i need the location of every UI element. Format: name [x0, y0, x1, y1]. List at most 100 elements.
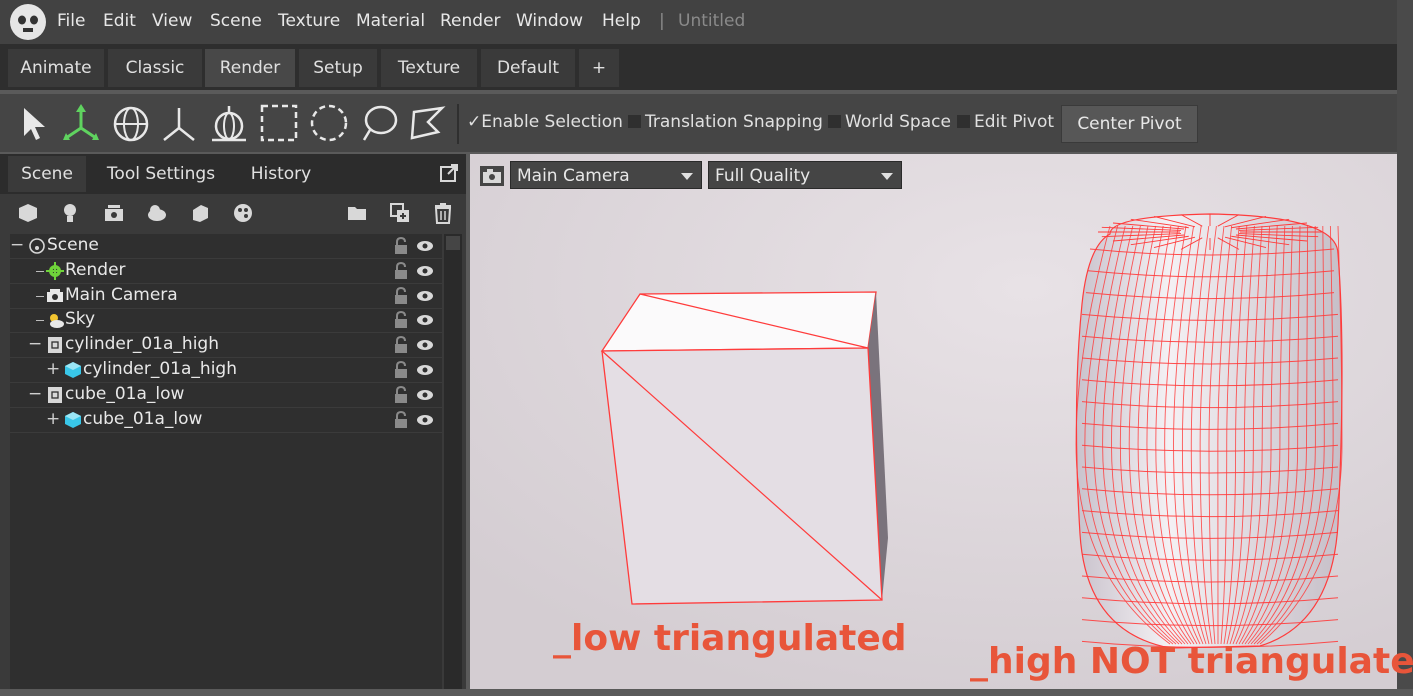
tab-render[interactable]: Render [205, 49, 295, 87]
menu-material[interactable]: Material [356, 11, 425, 31]
quality-select[interactable]: Full Quality [708, 161, 902, 189]
tree-expander[interactable]: − [28, 384, 42, 404]
scale-tool-icon[interactable] [158, 100, 200, 146]
select-tool-icon[interactable] [14, 100, 56, 146]
tree-expander[interactable]: − [10, 235, 24, 255]
edit-pivot-checkbox[interactable]: Edit Pivot [957, 112, 1054, 132]
lock-icon[interactable] [394, 410, 408, 429]
checkbox-box [957, 115, 970, 128]
tab-history[interactable]: History [236, 156, 326, 192]
menu-view[interactable]: View [152, 11, 192, 31]
eye-icon[interactable] [416, 339, 434, 351]
eye-icon[interactable] [416, 364, 434, 376]
translation-snapping-checkbox[interactable]: Translation Snapping [628, 112, 823, 132]
menu-file[interactable]: File [57, 11, 85, 31]
popout-icon[interactable] [440, 164, 458, 182]
tree-row-cylinder-01a-high[interactable]: + cylinder_01a_high [10, 358, 442, 383]
tree-expander[interactable]: + [46, 409, 60, 429]
lock-icon[interactable] [394, 286, 408, 305]
tree-expander[interactable]: + [46, 359, 60, 379]
menu-scene[interactable]: Scene [210, 11, 262, 31]
eye-icon[interactable] [416, 314, 434, 326]
tree-item-label: cube_01a_low [83, 408, 203, 429]
window-border [1397, 0, 1413, 696]
menu-texture[interactable]: Texture [278, 11, 340, 31]
sky-icon [50, 314, 64, 329]
tree-connector [36, 320, 44, 322]
pivot-tool-icon[interactable] [208, 100, 250, 146]
world-space-checkbox[interactable]: World Space [828, 112, 951, 132]
cylinder-high-mesh[interactable] [1075, 213, 1343, 649]
mesh-icon [65, 411, 81, 428]
tree-item-label: cylinder_01a_high [65, 334, 219, 355]
lock-icon[interactable] [394, 361, 408, 379]
group-icon[interactable] [389, 202, 411, 224]
menu-help[interactable]: Help [602, 11, 641, 31]
tab-animate[interactable]: Animate [8, 49, 104, 87]
tree-row-sky[interactable]: Sky [10, 308, 442, 334]
lock-icon[interactable] [394, 336, 408, 354]
tab-tool-settings[interactable]: Tool Settings [90, 156, 232, 192]
tree-row-cylinder-01a-high[interactable]: − cylinder_01a_high [10, 333, 442, 359]
annotation-low: _low triangulated [553, 618, 907, 659]
tab-default[interactable]: Default [481, 49, 575, 87]
add-light-icon[interactable] [59, 202, 81, 224]
add-tab-button[interactable]: + [579, 49, 619, 87]
folder-icon[interactable] [346, 202, 368, 224]
eye-icon[interactable] [416, 414, 434, 426]
cube-low-mesh[interactable] [600, 291, 888, 605]
lock-icon[interactable] [394, 261, 408, 280]
lasso-select-icon[interactable] [358, 100, 400, 146]
menu-window[interactable]: Window [516, 11, 583, 31]
scrollbar[interactable] [444, 234, 462, 689]
eye-icon[interactable] [416, 389, 434, 401]
add-mesh-icon[interactable] [17, 202, 39, 224]
menu-edit[interactable]: Edit [103, 11, 136, 31]
viewport-camera-icon[interactable] [480, 166, 504, 186]
lock-icon[interactable] [394, 385, 408, 404]
add-material-icon[interactable] [232, 202, 254, 224]
lock-icon[interactable] [394, 311, 408, 329]
rotate-tool-icon[interactable] [110, 100, 152, 146]
eye-icon[interactable] [416, 240, 434, 252]
add-camera-icon[interactable] [103, 202, 125, 224]
title-separator: | [659, 11, 665, 31]
group-node-icon [48, 337, 62, 354]
center-pivot-button[interactable]: Center Pivot [1061, 105, 1198, 143]
bottom-border [0, 689, 1413, 696]
camera-select[interactable]: Main Camera [510, 161, 702, 189]
viewport[interactable] [470, 154, 1397, 689]
edit-pivot-label: Edit Pivot [974, 112, 1055, 132]
tab-setup[interactable]: Setup [299, 49, 377, 87]
tree-row-scene[interactable]: − Scene [10, 234, 442, 259]
annotation-high: _high NOT triangulated [970, 641, 1413, 682]
tree-item-label: cylinder_01a_high [83, 359, 237, 379]
ellipse-select-icon[interactable] [308, 100, 350, 146]
tree-row-cube-01a-low[interactable]: + cube_01a_low [10, 408, 442, 433]
menu-render[interactable]: Render [440, 11, 501, 31]
tree-row-render[interactable]: Render [10, 259, 442, 284]
camera-icon [47, 288, 63, 302]
eye-icon[interactable] [416, 290, 434, 302]
rect-select-icon[interactable] [258, 100, 300, 146]
tree-connector [36, 295, 44, 297]
tab-classic[interactable]: Classic [108, 49, 202, 87]
add-shape-icon[interactable] [189, 202, 211, 224]
lock-icon[interactable] [394, 237, 408, 255]
chevron-down-icon [881, 173, 893, 180]
checkbox-box [828, 115, 841, 128]
enable-selection-checkbox[interactable]: ✓Enable Selection [467, 112, 623, 132]
scene-icon [29, 238, 45, 254]
move-tool-icon[interactable] [60, 100, 102, 146]
tree-expander[interactable]: − [28, 334, 42, 354]
eye-icon[interactable] [416, 265, 434, 277]
tree-row-cube-01a-low[interactable]: − cube_01a_low [10, 383, 442, 408]
tab-scene[interactable]: Scene [8, 156, 86, 192]
tree-item-label: Scene [47, 235, 99, 255]
tab-texture[interactable]: Texture [381, 49, 477, 87]
polygon-select-icon[interactable] [406, 100, 448, 146]
add-sky-icon[interactable] [146, 202, 168, 224]
tree-row-main-camera[interactable]: Main Camera [10, 284, 442, 309]
trash-icon[interactable] [432, 202, 454, 224]
scroll-up-button[interactable] [446, 236, 460, 250]
